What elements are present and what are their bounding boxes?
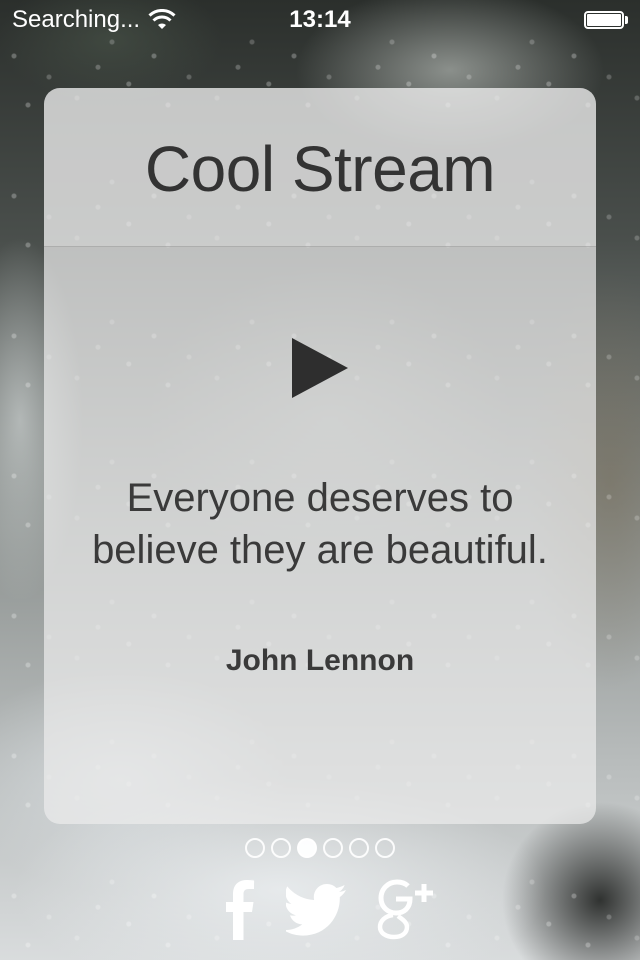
app-screen: Searching... 13:14 Cool Stream Everyone …	[0, 0, 640, 960]
card-title: Cool Stream	[144, 133, 496, 205]
status-time: 13:14	[289, 6, 351, 33]
page-dot[interactable]	[323, 838, 343, 858]
play-icon[interactable]	[292, 338, 348, 398]
battery-fill	[587, 14, 621, 26]
page-dot[interactable]	[297, 838, 317, 858]
quote-text: Everyone deserves to believe they are be…	[92, 476, 548, 572]
quote-card: Cool Stream Everyone deserves to believe…	[44, 88, 596, 824]
quote-author: John Lennon	[225, 644, 415, 677]
google-plus-icon[interactable]	[374, 876, 436, 940]
page-indicator	[0, 838, 640, 858]
page-dot[interactable]	[375, 838, 395, 858]
page-dot[interactable]	[245, 838, 265, 858]
page-dot[interactable]	[349, 838, 369, 858]
battery-icon	[584, 11, 630, 31]
status-bar: Searching... 13:14	[0, 0, 640, 40]
battery-tip	[625, 16, 628, 24]
social-bar	[0, 876, 640, 940]
twitter-icon[interactable]	[286, 876, 348, 940]
facebook-icon[interactable]	[222, 876, 258, 940]
card-header: Cool Stream	[44, 88, 596, 247]
page-dot[interactable]	[271, 838, 291, 858]
